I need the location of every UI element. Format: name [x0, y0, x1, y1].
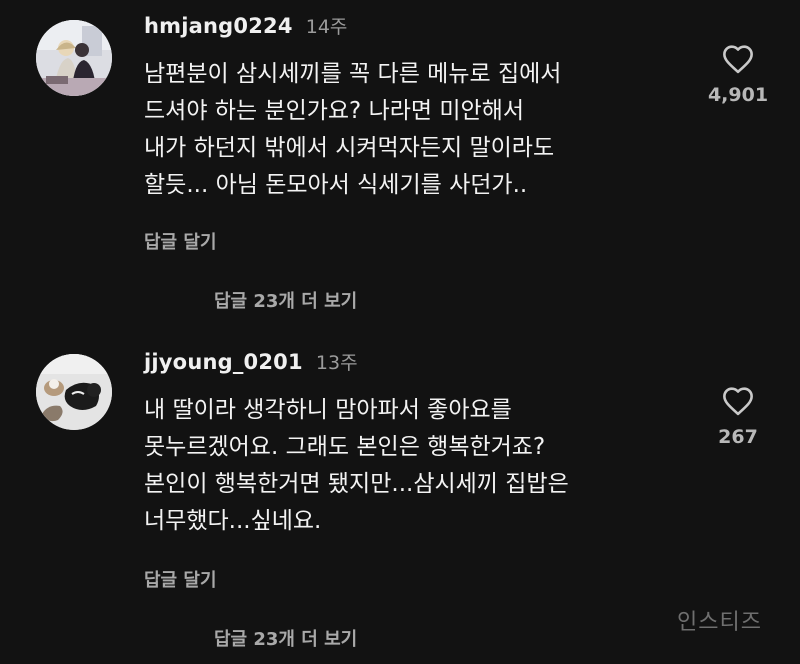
- like-count: 267: [718, 426, 758, 448]
- view-replies-button[interactable]: 답글 23개 더 보기: [214, 625, 357, 651]
- comment-time: 13주: [315, 352, 358, 374]
- comment-text-line: 할듯... 아님 돈모아서 식세기를 사던가..: [144, 172, 528, 198]
- heart-outline-icon[interactable]: [721, 44, 755, 74]
- comment-text-line: 내가 하던지 밖에서 시켜먹자든지 말이라도: [144, 135, 555, 161]
- comment-text-line: 내 딸이라 생각하니 맘아파서 좋아요를: [144, 397, 512, 423]
- username[interactable]: jjyoung_0201: [144, 350, 303, 374]
- comment-text-line: 본인이 행복한거면 됐지만...삼시세끼 집밥은: [144, 471, 569, 497]
- avatar[interactable]: [36, 354, 112, 430]
- comment-text-line: 남편분이 삼시세끼를 꼭 다른 메뉴로 집에서: [144, 61, 562, 87]
- reply-button[interactable]: 답글 달기: [144, 228, 217, 254]
- reply-button[interactable]: 답글 달기: [144, 566, 217, 592]
- avatar[interactable]: [36, 20, 112, 96]
- comment-text: 남편분이 삼시세끼를 꼭 다른 메뉴로 집에서 드셔야 하는 분인가요? 나라면…: [144, 56, 684, 204]
- comment-text: 내 딸이라 생각하니 맘아파서 좋아요를 못누르겠어요. 그래도 본인은 행복한…: [144, 392, 684, 540]
- watermark: 인스티즈: [677, 610, 762, 635]
- view-replies-button[interactable]: 답글 23개 더 보기: [214, 287, 357, 313]
- comment-header: jjyoung_0201 13주: [144, 348, 358, 378]
- comment-text-line: 너무했다...싶네요.: [144, 508, 322, 534]
- username[interactable]: hmjang0224: [144, 14, 293, 38]
- like-control: 4,901: [700, 44, 776, 106]
- heart-outline-icon[interactable]: [721, 386, 755, 416]
- comment-text-line: 드셔야 하는 분인가요? 나라면 미안해서: [144, 98, 525, 124]
- avatar-photo-icon: [36, 354, 112, 430]
- comment-header: hmjang0224 14주: [144, 12, 347, 42]
- like-count: 4,901: [707, 84, 769, 106]
- like-control: 267: [700, 386, 776, 448]
- comment-text-line: 못누르겠어요. 그래도 본인은 행복한거죠?: [144, 434, 546, 460]
- avatar-photo-icon: [36, 20, 112, 96]
- comment-time: 14주: [305, 16, 348, 38]
